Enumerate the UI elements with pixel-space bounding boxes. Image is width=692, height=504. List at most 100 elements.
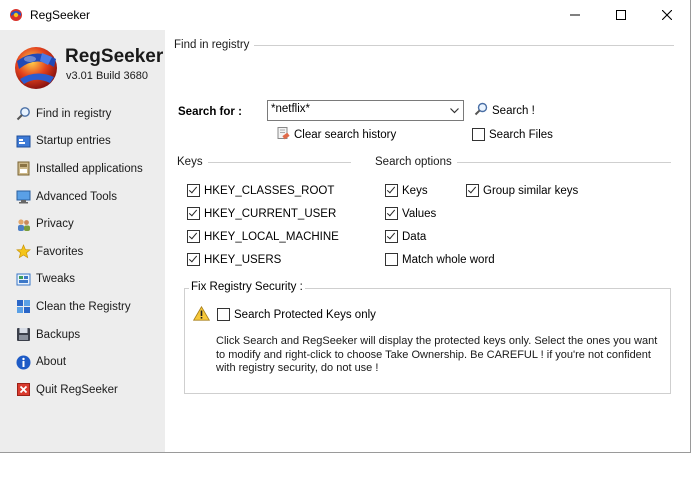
search-combobox[interactable]: *netflix* [267,100,464,121]
minimize-button[interactable] [552,0,598,30]
star-icon [15,244,31,260]
sidebar-item-startup-entries[interactable]: Startup entries [0,128,165,156]
search-button-label: Search ! [492,104,535,117]
maximize-button[interactable] [598,0,644,30]
keys-group-title: Keys [177,156,203,168]
search-files-check[interactable] [472,128,485,141]
sidebar-item-find-in-registry[interactable]: Find in registry [0,100,165,128]
magnifier-icon [15,106,31,122]
sidebar-item-tweaks[interactable]: Tweaks [0,266,165,294]
group-similar-keys-label: Group similar keys [483,184,579,197]
title-bar: RegSeeker [0,0,690,30]
sidebar-item-privacy[interactable]: Privacy [0,210,165,238]
hkey-local-machine-checkbox[interactable]: HKEY_LOCAL_MACHINE [187,230,339,243]
clear-search-history-label: Clear search history [294,128,397,141]
sidebar-item-favorites[interactable]: Favorites [0,238,165,266]
maximize-icon [616,10,626,20]
hkey-local-machine-label: HKEY_LOCAL_MACHINE [204,230,339,243]
group-similar-keys-checkbox[interactable]: Group similar keys [466,184,578,197]
sidebar-item-installed-applications[interactable]: Installed applications [0,155,165,183]
sidebar-item-label: Favorites [36,245,84,258]
search-input[interactable]: *netflix* [271,103,310,115]
eraser-icon [276,126,290,143]
clear-search-history-button[interactable]: Clear search history [276,126,396,143]
main-panel: Find in registry Search for : *netflix* … [165,30,690,452]
hkey-current-user-check[interactable] [187,207,200,220]
close-button[interactable] [644,0,690,30]
option-values-checkbox[interactable]: Values [385,207,436,220]
hkey-users-label: HKEY_USERS [204,253,282,266]
search-files-label: Search Files [489,128,553,141]
search-protected-keys-label: Search Protected Keys only [234,308,376,321]
option-data-check[interactable] [385,230,398,243]
hkey-local-machine-check[interactable] [187,230,200,243]
sidebar-item-label: Find in registry [36,107,112,120]
option-keys-label: Keys [402,184,428,197]
hkey-current-user-label: HKEY_CURRENT_USER [204,207,337,220]
applications-icon [15,161,31,177]
search-for-label: Search for : [178,106,242,118]
tweaks-icon [15,271,31,287]
match-whole-word-checkbox[interactable]: Match whole word [385,253,495,266]
monitor-icon [15,189,31,205]
sidebar-item-label: About [36,356,67,369]
sidebar-item-quit-regseeker[interactable]: Quit RegSeeker [0,376,165,404]
search-protected-keys-check[interactable] [217,308,230,321]
match-whole-word-check[interactable] [385,253,398,266]
info-icon [15,354,31,370]
hkey-users-checkbox[interactable]: HKEY_USERS [187,253,281,266]
sidebar: RegSeeker v3.01 Build 3680 Find in regis… [0,30,165,452]
hkey-current-user-checkbox[interactable]: HKEY_CURRENT_USER [187,207,336,220]
keys-group-header: Keys [177,156,351,168]
regseeker-logo-icon [15,47,57,89]
hkey-classes-root-check[interactable] [187,184,200,197]
hkey-classes-root-checkbox[interactable]: HKEY_CLASSES_ROOT [187,184,334,197]
sidebar-item-clean-the-registry[interactable]: Clean the Registry [0,293,165,321]
sidebar-item-label: Backups [36,328,81,341]
sidebar-nav: Find in registry Startup entries Install… [0,100,165,404]
search-icon [474,102,488,119]
option-data-checkbox[interactable]: Data [385,230,426,243]
hkey-users-check[interactable] [187,253,200,266]
sidebar-item-advanced-tools[interactable]: Advanced Tools [0,183,165,211]
find-in-registry-header: Find in registry [174,39,674,51]
search-options-group-header: Search options [375,156,671,168]
sidebar-item-label: Quit RegSeeker [36,383,118,396]
sidebar-item-label: Startup entries [36,135,111,148]
sidebar-item-label: Privacy [36,218,74,231]
hkey-classes-root-label: HKEY_CLASSES_ROOT [204,184,335,197]
close-icon [662,10,672,20]
app-icon [10,9,22,21]
sidebar-item-label: Clean the Registry [36,300,131,313]
option-values-check[interactable] [385,207,398,220]
minimize-icon [570,14,580,16]
sidebar-item-label: Installed applications [36,162,143,175]
sidebar-item-label: Advanced Tools [36,190,117,203]
sidebar-item-about[interactable]: About [0,348,165,376]
warning-icon [192,305,211,324]
users-icon [15,216,31,232]
startup-icon [15,133,31,149]
sidebar-item-backups[interactable]: Backups [0,321,165,349]
app-name: RegSeeker [65,46,164,67]
registry-icon [15,299,31,315]
group-similar-keys-check[interactable] [466,184,479,197]
search-options-group-title: Search options [375,156,452,168]
fix-registry-description: Click Search and RegSeeker will display … [216,335,658,374]
app-version: v3.01 Build 3680 [66,70,148,82]
sidebar-item-label: Tweaks [36,273,75,286]
option-data-label: Data [402,230,427,243]
option-keys-checkbox[interactable]: Keys [385,184,428,197]
quit-icon [15,382,31,398]
app-window: RegSeeker RegSeeker v3.01 Build 3680 Fin… [0,0,691,453]
chevron-down-icon[interactable] [446,101,463,120]
match-whole-word-label: Match whole word [402,253,495,266]
search-button[interactable]: Search ! [474,102,535,119]
disk-icon [15,327,31,343]
option-keys-check[interactable] [385,184,398,197]
option-values-label: Values [402,207,437,220]
window-title: RegSeeker [30,8,91,22]
search-protected-keys-checkbox[interactable]: Search Protected Keys only [217,308,376,321]
search-files-checkbox[interactable]: Search Files [472,128,553,141]
fix-registry-security-title: Fix Registry Security : [189,281,305,293]
